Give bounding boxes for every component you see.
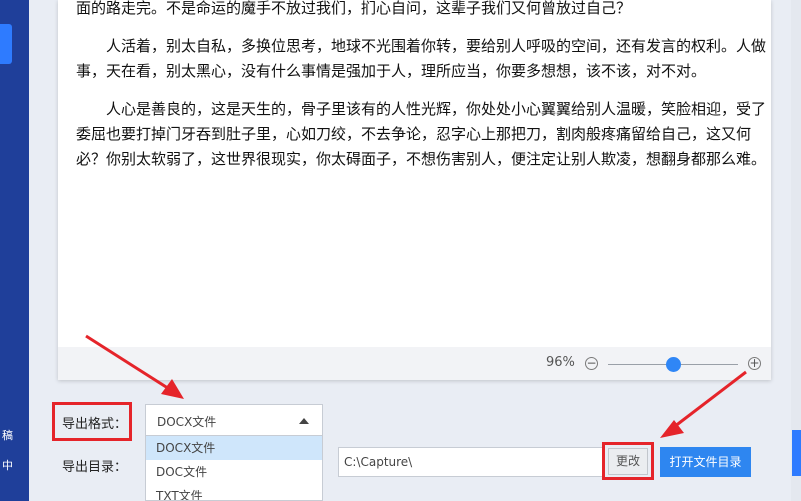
export-dir-input[interactable]: C:\Capture\	[338, 447, 603, 477]
document-paragraph: 人活着，别太自私，多换位思考，地球不光围着你转，要给别人呼吸的空间，还有发言的权…	[76, 37, 767, 80]
arrow-to-change-button	[660, 370, 747, 438]
document-paragraph: 面的路走完。不是命运的魔手不放过我们，扪心自问，这辈子我们又何曾放过自己？	[76, 0, 632, 17]
export-format-dropdown: DOCX文件 DOC文件 TXT文件	[145, 436, 323, 501]
highlight-box-change	[602, 442, 654, 480]
left-sidebar: 稿 中	[0, 0, 29, 501]
caret-up-icon	[299, 418, 309, 424]
format-option-doc[interactable]: DOC文件	[146, 460, 322, 484]
highlight-box-format	[52, 402, 132, 441]
sidebar-glyph-1: 稿	[2, 429, 13, 442]
sidebar-glyph-2: 中	[2, 459, 13, 472]
zoom-in-icon[interactable]: +	[748, 357, 761, 370]
document-paragraph: 人心是善良的，这是天生的，骨子里该有的人性光辉，你处处小心翼翼给别人温暖，笑脸相…	[76, 100, 767, 168]
right-edge-tab[interactable]	[792, 430, 801, 476]
zoom-bar: 96% − +	[58, 347, 771, 380]
zoom-out-icon[interactable]: −	[585, 357, 598, 370]
document-text: 面的路走完。不是命运的魔手不放过我们，扪心自问，这辈子我们又何曾放过自己？ 人活…	[76, 0, 766, 185]
document-preview: 面的路走完。不是命运的魔手不放过我们，扪心自问，这辈子我们又何曾放过自己？ 人活…	[58, 0, 771, 380]
zoom-percent: 96%	[546, 355, 575, 370]
zoom-slider-thumb[interactable]	[665, 357, 681, 372]
export-format-value: DOCX文件	[157, 415, 217, 429]
format-option-docx[interactable]: DOCX文件	[146, 436, 322, 460]
open-folder-button[interactable]: 打开文件目录	[660, 447, 751, 477]
right-edge-panel	[791, 0, 801, 501]
sidebar-active-tab[interactable]	[0, 24, 12, 64]
export-format-select[interactable]: DOCX文件	[145, 404, 323, 436]
format-option-txt[interactable]: TXT文件	[146, 484, 322, 500]
export-dir-label: 导出目录：	[62, 460, 128, 475]
